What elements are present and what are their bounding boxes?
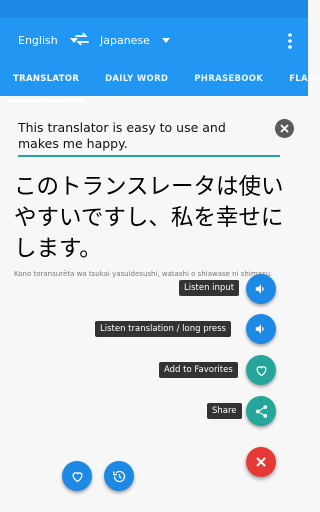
volume-icon bbox=[255, 324, 264, 334]
heart-outline-icon bbox=[255, 365, 267, 376]
clear-input-button[interactable] bbox=[275, 119, 294, 138]
close-icon bbox=[256, 457, 266, 467]
translation-output: このトランスレータは使いやすいですし、私を幸せにします。 bbox=[14, 174, 284, 262]
favorites-button[interactable] bbox=[62, 461, 92, 491]
more-vert-icon[interactable] bbox=[284, 32, 296, 50]
close-icon bbox=[280, 124, 289, 133]
listen-input-button[interactable] bbox=[246, 274, 276, 304]
source-language-select[interactable]: English bbox=[18, 34, 78, 47]
target-language-label: Japanese bbox=[100, 34, 150, 47]
status-bar bbox=[0, 0, 308, 18]
history-button[interactable] bbox=[104, 461, 134, 491]
app-bar: English Japanese TRANSLATOR DAILY WORD P… bbox=[0, 18, 320, 102]
tab-phrasebook[interactable]: PHRASEBOOK bbox=[181, 68, 276, 96]
source-text-input[interactable]: This translator is easy to use and makes… bbox=[18, 120, 268, 152]
tab-daily-word[interactable]: DAILY WORD bbox=[92, 68, 181, 96]
input-underline bbox=[18, 155, 280, 157]
target-language-select[interactable]: Japanese bbox=[100, 34, 170, 47]
dropdown-caret-icon bbox=[161, 38, 170, 43]
swap-arrows-icon[interactable] bbox=[73, 30, 91, 48]
listen-input-label[interactable]: Listen input bbox=[179, 280, 240, 296]
add-favorites-button[interactable] bbox=[246, 355, 276, 385]
listen-translation-label[interactable]: Listen translation / long press bbox=[95, 321, 231, 337]
tab-translator[interactable]: TRANSLATOR bbox=[0, 68, 92, 102]
volume-icon bbox=[255, 284, 264, 294]
add-favorites-label[interactable]: Add to Favorites bbox=[159, 362, 238, 378]
listen-translation-button[interactable] bbox=[246, 314, 276, 344]
share-label[interactable]: Share bbox=[207, 403, 242, 419]
tab-bar: TRANSLATOR DAILY WORD PHRASEBOOK FLASH bbox=[0, 68, 320, 102]
close-fab-menu-button[interactable] bbox=[246, 447, 276, 477]
share-icon bbox=[255, 404, 267, 418]
history-icon bbox=[112, 470, 125, 482]
source-language-label: English bbox=[18, 34, 58, 47]
tab-flash[interactable]: FLASH bbox=[276, 68, 320, 96]
share-button[interactable] bbox=[246, 396, 276, 426]
heart-outline-icon bbox=[71, 471, 83, 482]
